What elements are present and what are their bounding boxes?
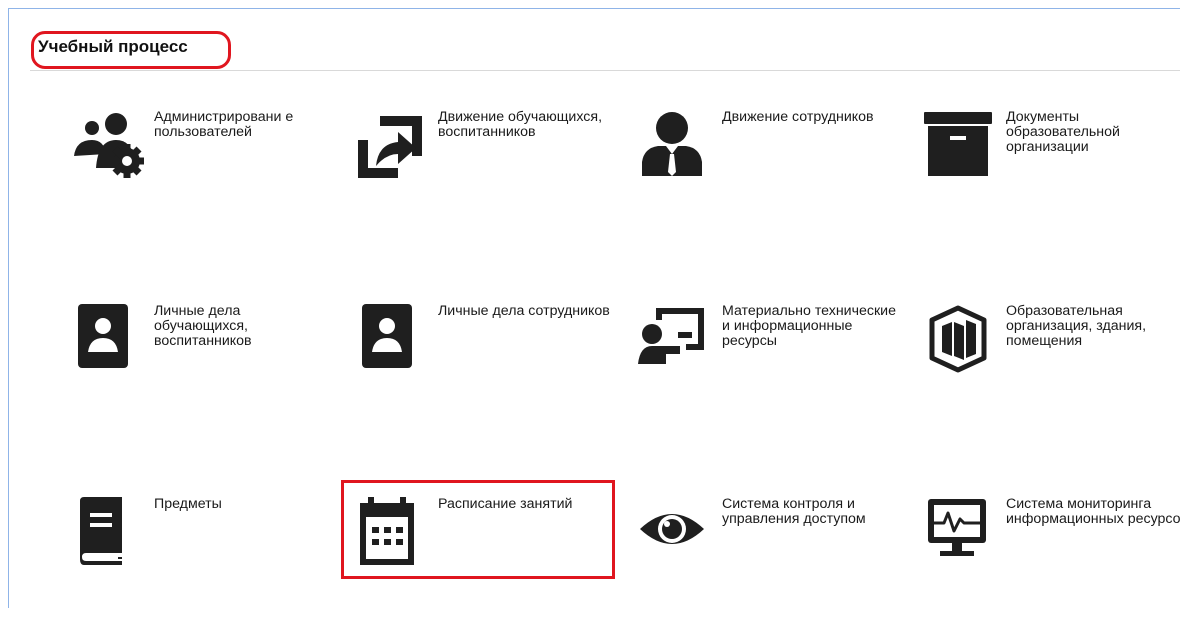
tile-student-records[interactable]: Личные дела обучающихся, воспитанников bbox=[70, 304, 340, 434]
section-title: Учебный процесс bbox=[38, 37, 188, 56]
selected-tile-highlight bbox=[341, 480, 615, 579]
book-icon bbox=[70, 497, 154, 581]
tile-label: Документы образовательной организации bbox=[1006, 109, 1120, 155]
users-gear-icon bbox=[70, 110, 154, 194]
building-3d-icon bbox=[922, 304, 1006, 388]
monitor-pulse-icon bbox=[922, 497, 1006, 581]
tile-label: Личные дела сотрудников bbox=[438, 303, 610, 319]
tile-label: Предметы bbox=[154, 496, 222, 512]
tile-label: Личные дела обучающихся, воспитанников bbox=[154, 303, 252, 349]
tile-student-movement[interactable]: Движение обучающихся, воспитанников bbox=[354, 110, 624, 240]
contact-card-icon bbox=[70, 304, 154, 388]
contact-card-icon bbox=[354, 304, 438, 388]
tile-org-documents[interactable]: Документы образовательной организации bbox=[922, 110, 1180, 240]
archive-box-icon bbox=[922, 110, 1006, 194]
tile-label: Движение обучающихся, воспитанников bbox=[438, 109, 603, 140]
share-arrow-icon bbox=[354, 110, 438, 194]
tile-employee-records[interactable]: Личные дела сотрудников bbox=[354, 304, 624, 434]
tile-label: Движение сотрудников bbox=[722, 109, 874, 125]
tile-employee-movement[interactable]: Движение сотрудников bbox=[638, 110, 908, 240]
section-divider bbox=[30, 70, 1180, 71]
tile-org-buildings[interactable]: Образовательная организация, здания, пом… bbox=[922, 304, 1180, 434]
tile-label: Администрировани е пользователей bbox=[154, 109, 294, 140]
presentation-icon bbox=[638, 304, 722, 388]
employee-icon bbox=[638, 110, 722, 194]
tile-user-administration[interactable]: Администрировани е пользователей bbox=[70, 110, 340, 240]
eye-icon bbox=[638, 497, 722, 581]
tile-label: Материально технические и информационные… bbox=[722, 303, 896, 349]
tile-material-resources[interactable]: Материально технические и информационные… bbox=[638, 304, 908, 434]
tile-label: Образовательная организация, здания, пом… bbox=[1006, 303, 1147, 349]
tile-label: Система мониторинга информационных ресур… bbox=[1006, 496, 1180, 527]
tile-label: Система контроля и управления доступом bbox=[722, 496, 866, 527]
